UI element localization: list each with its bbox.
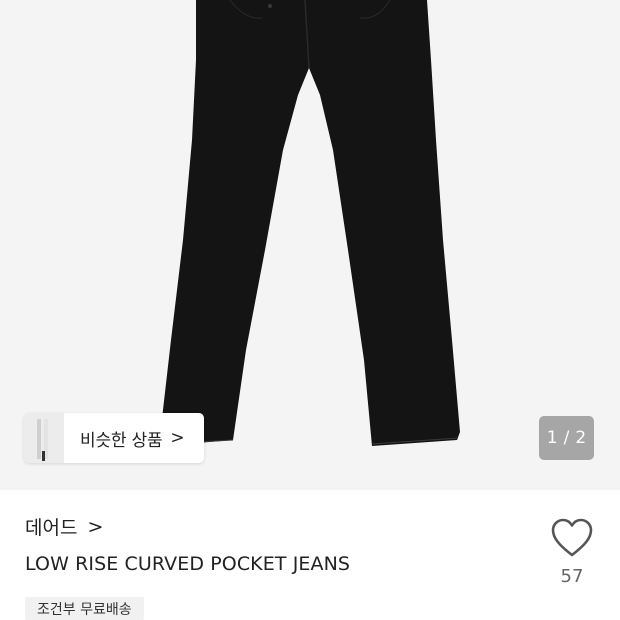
page-separator: / [563, 428, 570, 448]
heart-outline-icon [551, 518, 593, 557]
chevron-right-icon: > [87, 515, 104, 538]
current-page: 1 [546, 428, 558, 448]
total-pages: 2 [575, 428, 587, 448]
product-title: LOW RISE CURVED POCKET JEANS [25, 553, 351, 575]
similar-products-label: 비슷한 상품 [80, 430, 163, 451]
like-count: 57 [560, 566, 584, 587]
image-page-indicator: 1 / 2 [539, 416, 594, 460]
similar-product-thumbnail [24, 413, 64, 463]
product-image-gallery[interactable]: 비슷한 상품 > 1 / 2 [0, 0, 620, 490]
like-button[interactable] [549, 516, 595, 560]
similar-products-button[interactable]: 비슷한 상품 > [24, 413, 204, 463]
chevron-right-icon: > [170, 428, 185, 448]
shipping-badge: 조건부 무료배송 [25, 597, 144, 620]
brand-name: 데어드 [25, 517, 78, 539]
brand-link[interactable]: 데어드 > [25, 513, 103, 540]
